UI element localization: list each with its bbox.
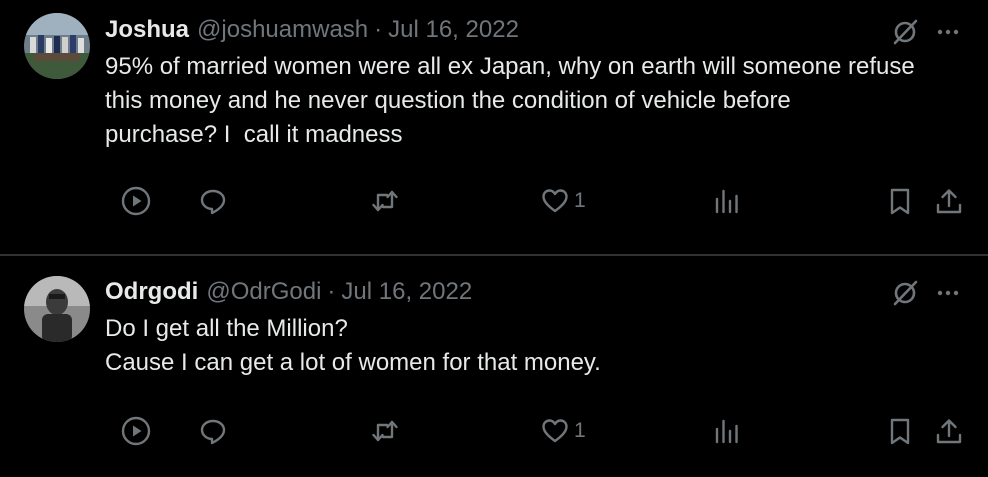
retweet-button[interactable] xyxy=(370,181,400,221)
tweet-date[interactable]: Jul 16, 2022 xyxy=(388,16,519,44)
author-handle[interactable]: @joshuamwash xyxy=(197,16,368,44)
tweet-text-line: this money and he never question the con… xyxy=(105,87,791,114)
tweet[interactable]: Joshua @joshuamwash · Jul 16, 2022 95% o… xyxy=(0,0,988,254)
tweet-text-line: purchase? I call it madness xyxy=(105,121,403,148)
author-name[interactable]: Joshua xyxy=(105,16,189,44)
author-name[interactable]: Odrgodi xyxy=(105,278,198,306)
share-upload-icon xyxy=(936,189,962,214)
retweet-icon xyxy=(372,190,398,212)
tweet-text-line: 95% of married women were all ex Japan, … xyxy=(105,53,915,80)
reply-button[interactable] xyxy=(198,411,228,451)
tweet-text-line: Do I get all the Million? xyxy=(105,315,348,342)
reply-bubble-icon xyxy=(200,419,226,445)
share-upload-icon xyxy=(936,419,962,444)
tweet-date[interactable]: Jul 16, 2022 xyxy=(341,278,472,306)
like-button[interactable]: 1 xyxy=(540,181,586,221)
bookmark-button[interactable] xyxy=(885,181,915,221)
bookmark-icon xyxy=(890,418,910,445)
views-button[interactable] xyxy=(712,181,742,221)
author-handle[interactable]: @OdrGodi xyxy=(206,278,321,306)
share-button[interactable] xyxy=(934,181,964,221)
grok-slash-circle-icon[interactable] xyxy=(890,278,920,308)
grok-slash-circle-icon[interactable] xyxy=(890,17,920,47)
play-button[interactable] xyxy=(121,411,151,451)
separator: · xyxy=(374,16,383,43)
play-circle-icon xyxy=(121,186,151,216)
views-button[interactable] xyxy=(712,411,742,451)
more-dots-icon[interactable] xyxy=(932,278,964,308)
tweet-text: Do I get all the Million? Cause I can ge… xyxy=(105,312,975,380)
views-bar-chart-icon xyxy=(715,189,738,214)
tweet-text: 95% of married women were all ex Japan, … xyxy=(105,50,975,152)
play-circle-icon xyxy=(121,416,151,446)
retweet-button[interactable] xyxy=(370,411,400,451)
like-count: 1 xyxy=(574,419,586,442)
more-dots-icon[interactable] xyxy=(932,17,964,47)
retweet-icon xyxy=(372,420,398,442)
like-count: 1 xyxy=(574,189,586,212)
tweet-text-line: Cause I can get a lot of women for that … xyxy=(105,349,601,376)
reply-button[interactable] xyxy=(198,181,228,221)
views-bar-chart-icon xyxy=(715,419,738,444)
avatar[interactable] xyxy=(24,13,90,79)
play-button[interactable] xyxy=(121,181,151,221)
bookmark-icon xyxy=(890,188,910,215)
heart-icon xyxy=(542,189,568,213)
tweet[interactable]: Odrgodi @OdrGodi · Jul 16, 2022 Do I get… xyxy=(0,256,988,477)
like-button[interactable]: 1 xyxy=(540,411,586,451)
reply-bubble-icon xyxy=(200,189,226,215)
bookmark-button[interactable] xyxy=(885,411,915,451)
avatar[interactable] xyxy=(24,276,90,342)
share-button[interactable] xyxy=(934,411,964,451)
heart-icon xyxy=(542,419,568,443)
separator: · xyxy=(327,278,336,305)
